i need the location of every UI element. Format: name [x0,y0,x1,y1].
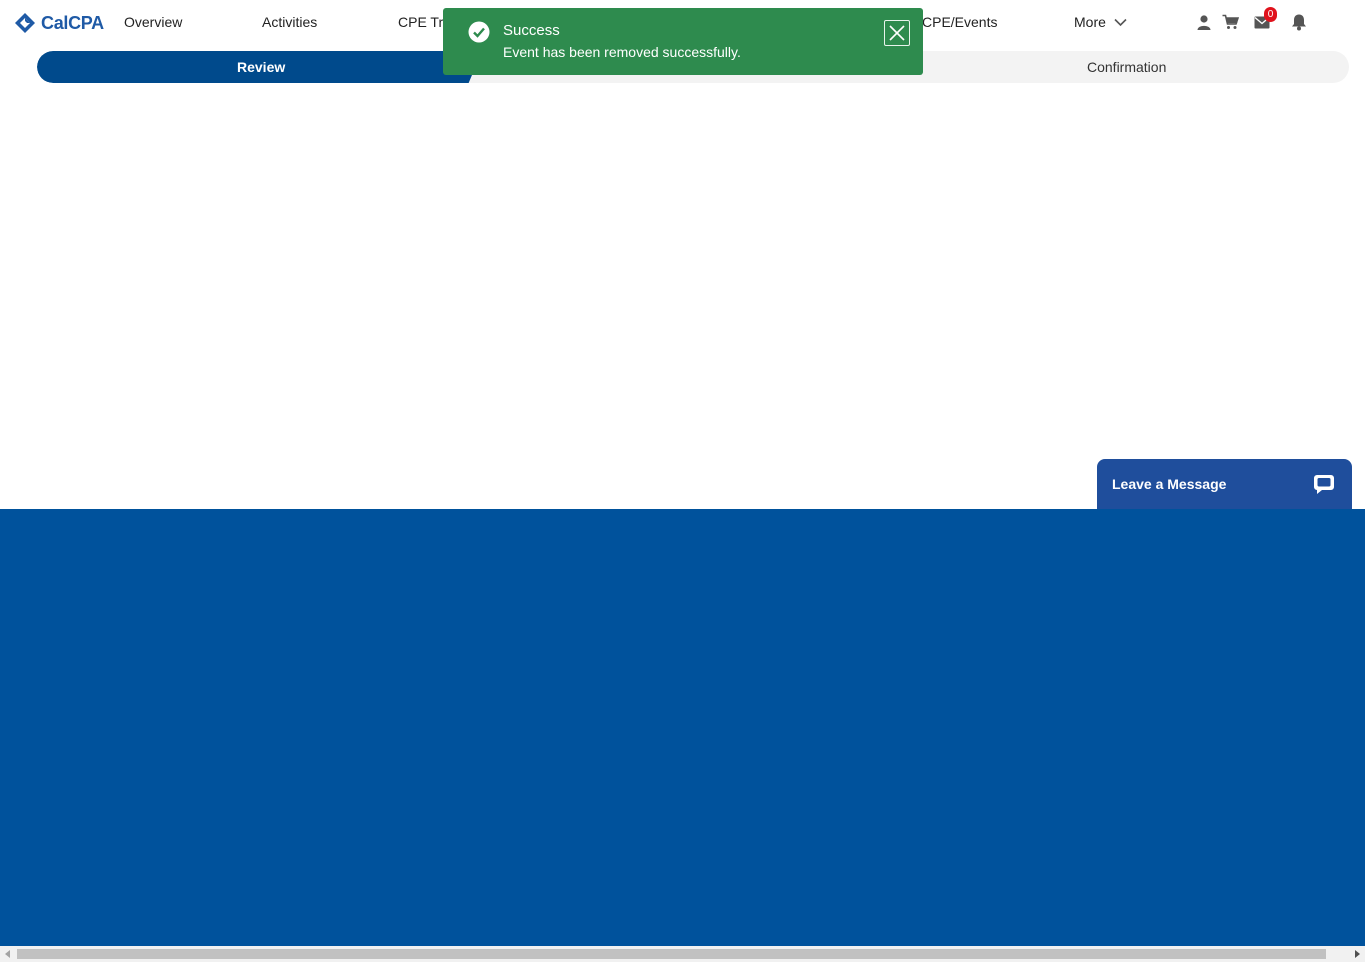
toast-message: Event has been removed successfully. [503,44,741,60]
scroll-left-arrow-icon[interactable] [5,950,10,958]
horizontal-scrollbar[interactable] [0,946,1365,962]
mail-count-badge: 0 [1264,7,1277,22]
calcpa-logo[interactable]: CalCPA [14,11,104,35]
check-circle-icon [468,21,490,43]
scrollbar-thumb[interactable] [17,949,1326,959]
nav-more-label: More [1074,14,1106,30]
cart-icon[interactable] [1221,13,1239,31]
toast-title: Success [503,22,560,39]
chat-widget-label: Leave a Message [1112,476,1227,492]
page-footer [0,509,1365,946]
nav-item-cpe-events[interactable]: CPE/Events [922,14,997,30]
leave-message-chat-widget[interactable]: Leave a Message [1097,459,1352,509]
logo-text: CalCPA [41,12,104,33]
step-review: Review [237,59,286,75]
calcpa-logo-icon [15,13,35,33]
chat-bubble-icon [1314,475,1334,494]
success-toast: Success Event has been removed successfu… [443,8,923,75]
bell-icon[interactable] [1290,13,1308,31]
toast-close-button[interactable] [884,20,910,46]
user-icon[interactable] [1195,13,1213,31]
nav-more-menu[interactable]: More [1074,14,1127,30]
scroll-right-arrow-icon[interactable] [1355,950,1360,958]
nav-item-overview[interactable]: Overview [124,14,182,30]
step-confirmation: Confirmation [1087,59,1167,75]
close-icon [889,25,905,41]
nav-item-activities[interactable]: Activities [262,14,317,30]
chevron-down-icon [1114,18,1127,26]
